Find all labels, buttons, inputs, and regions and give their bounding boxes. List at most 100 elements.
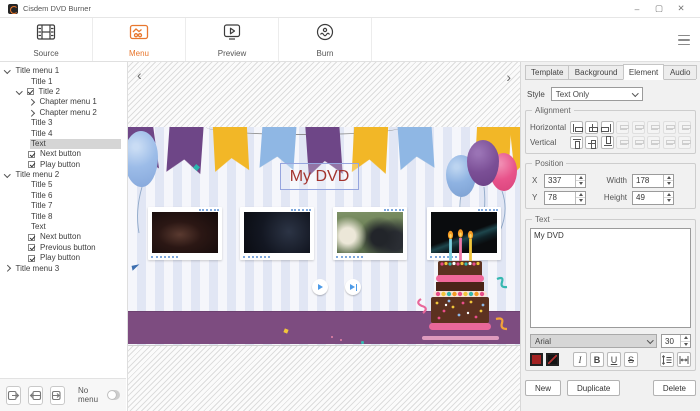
play-button-element[interactable] [312,279,328,295]
tab-element[interactable]: Element [623,64,665,80]
tree-item-title-6[interactable]: Title 6 [0,191,126,201]
checkbox-checked[interactable] [27,88,34,95]
confetti-dot [361,341,364,344]
preview-button[interactable]: Preview [186,18,279,61]
align-h-right-button[interactable] [601,121,614,134]
font-family-dropdown[interactable]: Arial [530,334,657,348]
align-v-top-button[interactable] [570,136,583,149]
style-dropdown[interactable]: Text Only [551,87,643,101]
dots-decor [243,256,270,258]
tree-item-title-menu-3[interactable]: Title menu 3 [0,263,126,273]
checkbox-checked[interactable] [28,234,35,241]
move-out-button[interactable] [6,386,21,405]
tab-audio[interactable]: Audio [663,65,697,79]
text-group: Text My DVD Arial I B U S [525,219,696,371]
video-thumbnail-3[interactable] [333,207,407,260]
outline-color-swatch[interactable] [546,353,559,366]
video-thumbnail-1[interactable] [148,207,222,260]
bold-button[interactable]: B [590,352,604,367]
tree-item-title-8[interactable]: Title 8 [0,211,126,221]
checkbox-checked[interactable] [28,244,35,251]
y-spinner[interactable] [544,191,586,205]
expander-right-icon[interactable] [28,110,34,116]
source-button[interactable]: Source [0,18,93,61]
tree-item-title-2[interactable]: Title 2 [0,87,126,97]
tree-item-title-3[interactable]: Title 3 [0,118,126,128]
tree-item-text-2[interactable]: Text [0,222,126,232]
minimize-button[interactable]: – [626,1,648,17]
strikethrough-button[interactable]: S [624,352,638,367]
text-legend: Text [532,215,553,224]
tree-item-chapter-menu-1[interactable]: Chapter menu 1 [0,97,126,107]
expander-right-icon[interactable] [4,265,10,271]
line-spacing-button[interactable] [660,352,674,367]
height-spinner[interactable] [632,191,674,205]
tab-template[interactable]: Template [525,65,569,79]
align-h-center-button[interactable] [585,121,598,134]
width-input[interactable] [633,175,663,187]
dots-decor [336,256,363,258]
burn-button[interactable]: Burn [279,18,372,61]
close-button[interactable]: ✕ [670,1,692,17]
tree-item-chapter-menu-2[interactable]: Chapter menu 2 [0,108,126,118]
font-family-value: Arial [535,337,551,346]
tab-background[interactable]: Background [568,65,623,79]
new-element-button[interactable]: New [525,380,561,396]
alignment-group: Alignment Horizontal Vertical [525,110,696,154]
text-content-input[interactable]: My DVD [530,228,691,328]
width-spinner[interactable] [632,174,674,188]
letter-spacing-button[interactable] [677,352,691,367]
align-v-middle-button[interactable] [585,136,598,149]
no-menu-toggle[interactable] [107,390,120,400]
tree-item-play-button[interactable]: Play button [0,160,126,170]
delete-element-button[interactable]: Delete [653,380,696,396]
checkbox-checked[interactable] [28,255,35,262]
tree-item-title-7[interactable]: Title 7 [0,201,126,211]
italic-button[interactable]: I [573,352,587,367]
y-input[interactable] [545,192,575,204]
menu-button[interactable]: Menu [93,18,186,61]
underline-button[interactable]: U [607,352,621,367]
video-thumbnail-2[interactable] [240,207,314,260]
expander-down-icon[interactable] [16,88,22,94]
expander-down-icon[interactable] [4,67,10,73]
letterbox-bottom [128,345,520,411]
expander-right-icon[interactable] [28,99,34,105]
maximize-button[interactable]: ▢ [648,1,670,17]
next-button-element[interactable] [345,279,361,295]
element-inspector-panel: Template Background Element Audio Style … [520,62,700,411]
expander-down-icon[interactable] [4,171,10,177]
dots-decor [384,209,404,211]
tree-item-title-menu-1[interactable]: Title menu 1 [0,66,126,76]
move-in-button[interactable] [50,386,65,405]
x-input[interactable] [545,175,575,187]
distribute-v-button-disabled [647,136,660,149]
duplicate-element-button[interactable]: Duplicate [567,380,620,396]
font-size-spinner[interactable] [661,334,691,348]
height-input[interactable] [633,192,663,204]
previous-template-button[interactable]: ‹ [137,69,142,81]
align-h-left-button[interactable] [570,121,583,134]
tree-item-text-selected[interactable]: Text [0,139,126,149]
tree-item-title-1[interactable]: Title 1 [0,76,126,86]
checkbox-checked[interactable] [28,151,35,158]
move-back-button[interactable] [28,386,43,405]
text-color-swatch[interactable] [530,353,543,366]
hamburger-menu-icon[interactable] [678,35,690,45]
checkbox-checked[interactable] [28,161,35,168]
font-size-input[interactable] [662,335,680,347]
tree-item-title-menu-2[interactable]: Title menu 2 [0,170,126,180]
dvd-title-text-element[interactable]: My DVD [280,163,359,190]
align-v-bottom-button[interactable] [601,136,614,149]
tree-item-play-button-2[interactable]: Play button [0,253,126,263]
tree-item-next-button-2[interactable]: Next button [0,232,126,242]
film-strip-icon [35,22,57,47]
tree-item-next-button[interactable]: Next button [0,149,126,159]
dots-decor [199,209,219,211]
tree-item-title-4[interactable]: Title 4 [0,128,126,138]
title-bar: Cisdem DVD Burner – ▢ ✕ [0,0,700,18]
x-spinner[interactable] [544,174,586,188]
tree-item-previous-button[interactable]: Previous button [0,243,126,253]
tree-item-title-5[interactable]: Title 5 [0,180,126,190]
next-template-button[interactable]: › [506,71,511,83]
